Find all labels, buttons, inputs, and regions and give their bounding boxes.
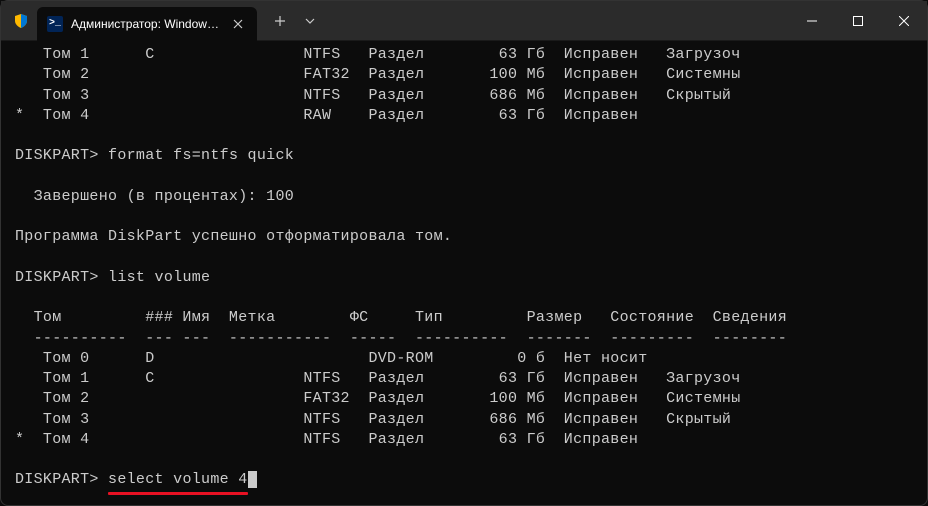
output-line: Программа DiskPart успешно отформатирова… — [15, 227, 913, 247]
powershell-icon: >_ — [47, 16, 63, 32]
cursor — [248, 471, 257, 488]
highlighted-command: select volume 4 — [108, 470, 248, 490]
tab-title: Администратор: Windows Po — [71, 17, 221, 31]
tab-area: >_ Администратор: Windows Po — [1, 1, 325, 40]
output-line: Завершено (в процентах): 100 — [15, 187, 913, 207]
minimize-button[interactable] — [789, 1, 835, 40]
terminal-content[interactable]: Том 1 C NTFS Раздел 63 Гб Исправен Загру… — [1, 41, 927, 505]
prompt-line: DISKPART> list volume — [15, 268, 913, 288]
output-block: Том 0 D DVD-ROM 0 б Нет носит Том 1 C NT… — [15, 349, 913, 450]
table-separator: ---------- --- --- ----------- ----- ---… — [15, 329, 913, 349]
output-block: Том 1 C NTFS Раздел 63 Гб Исправен Загру… — [15, 45, 913, 126]
new-tab-button[interactable] — [265, 6, 295, 36]
table-header: Том ### Имя Метка ФС Тип Размер Состояни… — [15, 308, 913, 328]
prompt-line: DISKPART> select volume 4 — [15, 470, 913, 490]
admin-shield-icon — [11, 11, 31, 31]
window-titlebar: >_ Администратор: Windows Po — [1, 1, 927, 41]
maximize-button[interactable] — [835, 1, 881, 40]
prompt-line: DISKPART> format fs=ntfs quick — [15, 146, 913, 166]
close-button[interactable] — [881, 1, 927, 40]
window-controls — [789, 1, 927, 40]
tab-close-button[interactable] — [229, 15, 247, 33]
active-tab[interactable]: >_ Администратор: Windows Po — [37, 7, 257, 41]
tab-dropdown-button[interactable] — [295, 6, 325, 36]
